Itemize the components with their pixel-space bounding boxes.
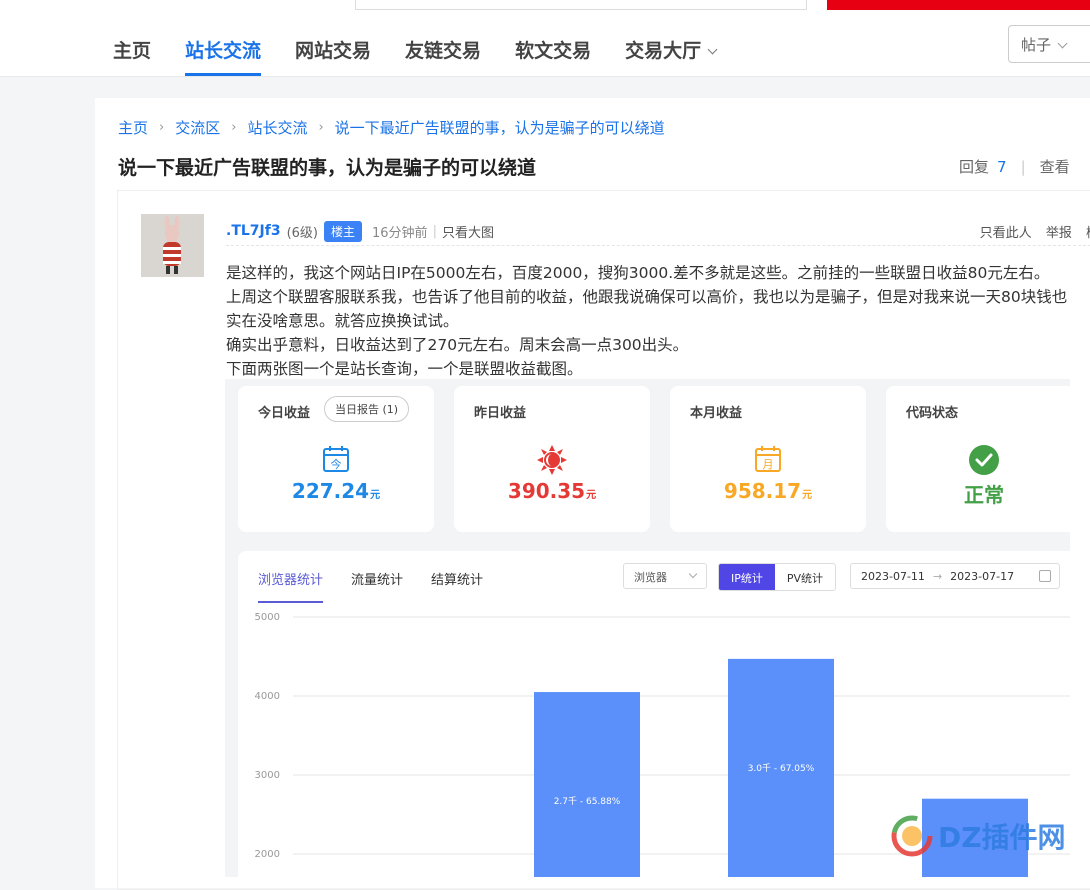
- daily-report-pill: 当日报告 (1): [324, 396, 410, 422]
- kpi-title: 代码状态: [906, 406, 959, 421]
- breadcrumb-home[interactable]: 主页: [118, 117, 148, 138]
- post-paragraph: 上周这个联盟客服联系我，也告诉了他目前的收益，他跟我说确保可以高价，我也以为是骗…: [226, 288, 1068, 306]
- tab-browser-stats[interactable]: 浏览器统计: [258, 569, 324, 603]
- kpi-value-month: 958.17元: [670, 479, 866, 503]
- kpi-value-status: 正常: [964, 483, 1004, 507]
- watermark-logo-icon: [891, 815, 933, 857]
- post-time: 16分钟前: [372, 225, 428, 241]
- only-images-link[interactable]: 只看大图: [442, 222, 494, 241]
- stats-divider: |: [1020, 158, 1026, 176]
- kpi-title: 昨日收益: [474, 406, 527, 421]
- top-search-strip: [355, 0, 807, 10]
- kpi-title: 本月收益: [690, 406, 743, 421]
- y-tick-label: 5000: [255, 612, 280, 623]
- watermark: DZ插件网: [888, 808, 1088, 868]
- top-navbar: 主页 站长交流 网站交易 友链交易 软文交易 交易大厅 帖子: [0, 0, 1090, 77]
- view-label: 查看: [1039, 158, 1070, 176]
- nav-home[interactable]: 主页: [113, 36, 151, 63]
- post-body: 是这样的，我这个网站日IP在5000左右，百度2000，搜狗3000.差不多就是…: [226, 261, 1090, 381]
- kpi-today: 今日收益 当日报告 (1) 今 227.24元: [238, 386, 434, 532]
- kpi-month: 本月收益 月 958.17元: [670, 386, 866, 532]
- ip-stats-toggle[interactable]: IP统计: [719, 564, 775, 590]
- post-paragraph: 确实出乎意料，日收益达到了270元左右。周末会高一点300出头。: [226, 336, 689, 354]
- calendar-month-icon: 月: [753, 444, 783, 478]
- floor-label: 楼主: [1086, 226, 1090, 241]
- breadcrumb-forum-zone[interactable]: 交流区: [175, 117, 220, 138]
- tab-traffic-stats[interactable]: 流量统计: [351, 569, 403, 588]
- post-paragraph: 下面两张图一个是站长查询，一个是联盟收益截图。: [226, 360, 583, 378]
- pv-stats-toggle[interactable]: PV统计: [775, 564, 835, 590]
- chevron-right-icon: ›: [318, 120, 324, 135]
- y-tick-label: 3000: [255, 770, 280, 781]
- post-paragraph: 是这样的，我这个网站日IP在5000左右，百度2000，搜狗3000.差不多就是…: [226, 264, 1050, 282]
- post-actions: 只看此人 举报 楼主: [970, 222, 1090, 241]
- kpi-title: 今日收益: [258, 406, 311, 421]
- chart-bar: [534, 692, 640, 877]
- date-range-picker[interactable]: 2023-07-11 → 2023-07-17: [850, 563, 1060, 589]
- reply-label: 回复: [959, 158, 990, 176]
- top-red-strip: [827, 0, 1090, 10]
- chart-data-label: 3.0千 - 67.05%: [748, 763, 815, 774]
- breadcrumb: 主页 › 交流区 › 站长交流 › 说一下最近广告联盟的事，认为是骗子的可以绕道: [118, 117, 665, 138]
- kpi-value-yesterday: 390.35元: [454, 479, 650, 503]
- watermark-text: DZ插件网: [938, 821, 1066, 854]
- breadcrumb-webmaster-talk[interactable]: 站长交流: [247, 117, 307, 138]
- kpi-unit: 元: [586, 490, 597, 501]
- date-from: 2023-07-11: [861, 570, 925, 583]
- sun-icon: [536, 444, 568, 480]
- breadcrumb-current-thread[interactable]: 说一下最近广告联盟的事，认为是骗子的可以绕道: [335, 117, 665, 138]
- nav-site-trade[interactable]: 网站交易: [295, 36, 371, 63]
- avatar[interactable]: [141, 214, 204, 277]
- check-circle-icon: [968, 444, 1000, 480]
- chevron-down-icon: [1057, 38, 1068, 49]
- post-header: .TL7Jf3 (6级) 楼主 16分钟前 | 只看大图 只看此人 举报 楼主: [226, 217, 1090, 246]
- main-nav: 主页 站长交流 网站交易 友链交易 软文交易 交易大厅: [113, 36, 750, 76]
- kpi-value: 227.24: [291, 479, 370, 503]
- post-paragraph: 实在没啥意思。就答应换换试试。: [226, 312, 459, 330]
- header-divider: |: [432, 223, 437, 239]
- calendar-today-icon: 今: [321, 444, 351, 478]
- kpi-yesterday: 昨日收益 390.35元: [454, 386, 650, 532]
- chevron-down-icon: [688, 569, 698, 579]
- month-icon-glyph: 月: [763, 458, 774, 471]
- user-level: (6级): [286, 225, 318, 241]
- post-username[interactable]: .TL7Jf3: [226, 223, 281, 239]
- search-type-label: 帖子: [1021, 36, 1052, 54]
- browser-filter-select[interactable]: 浏览器: [623, 563, 707, 589]
- kpi-value: 390.35: [507, 479, 586, 503]
- calendar-icon: [1039, 570, 1051, 582]
- nav-trade-hall[interactable]: 交易大厅: [625, 36, 718, 63]
- embedded-earnings-screenshot[interactable]: 今日收益 当日报告 (1) 今 227.24元 昨日收益 390.35元 本月收…: [225, 379, 1070, 877]
- kpi-value: 958.17: [723, 479, 802, 503]
- report-link[interactable]: 举报: [1046, 226, 1072, 241]
- nav-trade-hall-label: 交易大厅: [625, 40, 702, 62]
- chart-data-label: 2.7千 - 65.88%: [554, 796, 621, 807]
- kpi-unit: 元: [802, 490, 813, 501]
- kpi-code-status: 代码状态 正常: [886, 386, 1070, 532]
- thread-stats: 回复 7 | 查看: [959, 156, 1070, 177]
- arrow-right-icon: →: [932, 570, 943, 583]
- nav-link-trade[interactable]: 友链交易: [405, 36, 481, 63]
- date-to: 2023-07-17: [950, 570, 1015, 583]
- search-type-select[interactable]: 帖子: [1008, 25, 1090, 63]
- op-badge: 楼主: [324, 220, 363, 242]
- y-tick-label: 4000: [255, 691, 280, 702]
- kpi-value-today: 227.24元: [238, 479, 434, 503]
- nav-webmaster-talk[interactable]: 站长交流: [185, 36, 262, 76]
- chevron-right-icon: ›: [231, 120, 237, 135]
- avatar-image: [141, 214, 204, 277]
- only-this-user-link[interactable]: 只看此人: [980, 226, 1032, 241]
- chevron-right-icon: ›: [159, 120, 165, 135]
- thread-title: 说一下最近广告联盟的事，认为是骗子的可以绕道: [118, 157, 537, 179]
- y-tick-label: 2000: [255, 849, 280, 860]
- kpi-unit: 元: [370, 490, 381, 501]
- chevron-down-icon: [707, 44, 718, 55]
- tab-settlement-stats[interactable]: 结算统计: [431, 569, 483, 588]
- today-icon-glyph: 今: [331, 457, 342, 471]
- browser-filter-label: 浏览器: [634, 571, 667, 584]
- reply-count: 7: [997, 158, 1007, 176]
- metric-toggle: IP统计 PV统计: [718, 563, 837, 591]
- nav-article-trade[interactable]: 软文交易: [515, 36, 591, 63]
